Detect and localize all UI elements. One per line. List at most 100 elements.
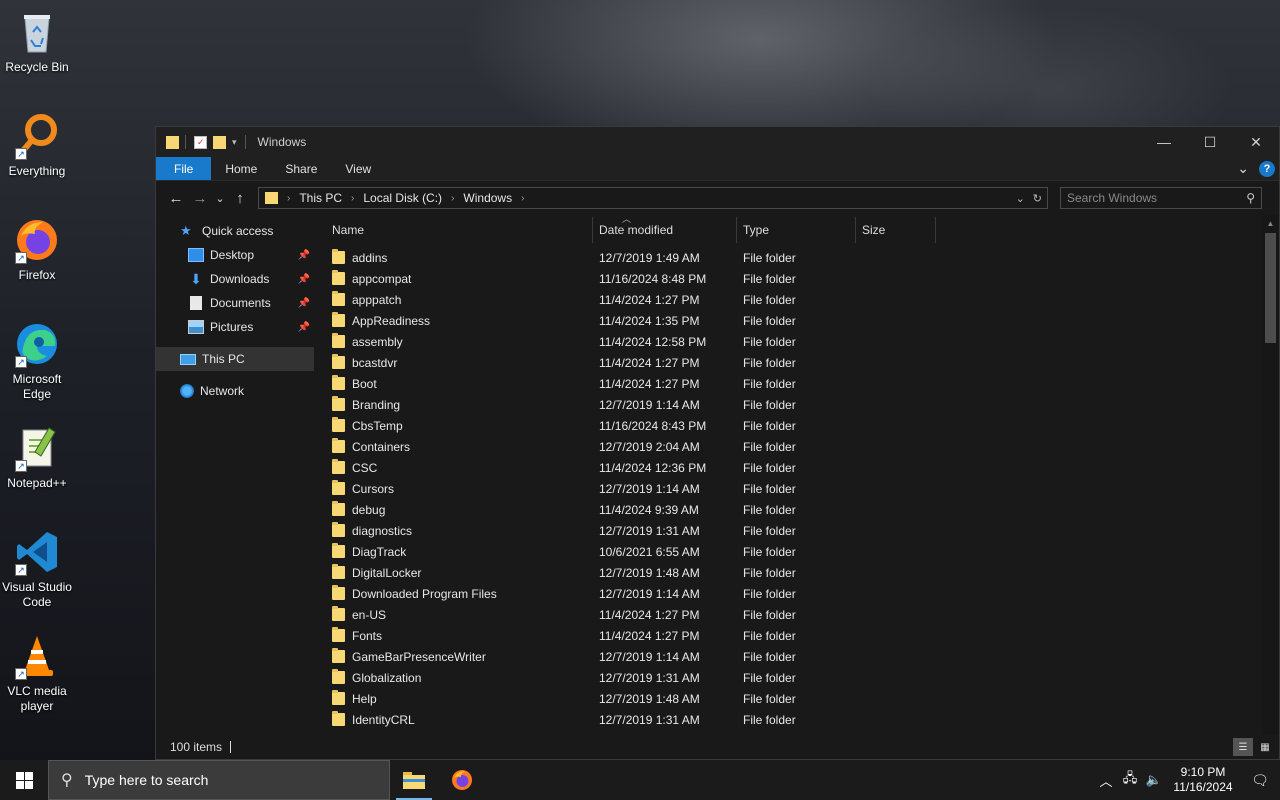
file-name-cell: Cursors <box>326 480 593 496</box>
file-row[interactable]: CSC 11/4/2024 12:36 PM File folder <box>326 457 1279 478</box>
nav-this-pc[interactable]: This PC <box>156 347 314 371</box>
window-title: Windows <box>257 135 307 149</box>
file-row[interactable]: apppatch 11/4/2024 1:27 PM File folder <box>326 289 1279 310</box>
file-type: File folder <box>743 439 796 454</box>
file-row[interactable]: Fonts 11/4/2024 1:27 PM File folder <box>326 625 1279 646</box>
file-row[interactable]: diagnostics 12/7/2019 1:31 AM File folder <box>326 520 1279 541</box>
desktop-icon <box>188 248 204 262</box>
tab-share[interactable]: Share <box>271 157 331 180</box>
file-row[interactable]: Cursors 12/7/2019 1:14 AM File folder <box>326 478 1279 499</box>
file-row[interactable]: CbsTemp 11/16/2024 8:43 PM File folder <box>326 415 1279 436</box>
file-name: appcompat <box>352 271 412 286</box>
address-bar[interactable]: › This PC › Local Disk (C:) › Windows › … <box>258 187 1048 209</box>
desktop-icon-vscode[interactable]: ↗ Visual Studio Code <box>0 528 74 610</box>
file-row[interactable]: DiagTrack 10/6/2021 6:55 AM File folder <box>326 541 1279 562</box>
search-box[interactable]: ⚲ <box>1060 187 1262 209</box>
nav-desktop[interactable]: Desktop 📌 <box>156 243 314 267</box>
desktop-icon-edge[interactable]: ↗ Microsoft Edge <box>0 320 74 402</box>
file-row[interactable]: GameBarPresenceWriter 12/7/2019 1:14 AM Fi… <box>326 646 1279 667</box>
download-icon: ⬇ <box>190 271 202 287</box>
file-row[interactable]: Boot 11/4/2024 1:27 PM File folder <box>326 373 1279 394</box>
chevron-right-icon[interactable]: › <box>451 193 454 204</box>
column-header-size[interactable]: Size <box>856 217 936 243</box>
folder-icon[interactable] <box>166 135 179 149</box>
file-row[interactable]: DigitalLocker 12/7/2019 1:48 AM File folde… <box>326 562 1279 583</box>
file-date-modified: 11/4/2024 1:27 PM <box>599 628 700 643</box>
help-icon[interactable]: ? <box>1259 160 1275 177</box>
file-type: File folder <box>743 523 796 538</box>
recent-locations-button[interactable]: ⌄ <box>212 186 228 210</box>
file-row[interactable]: Containers 12/7/2019 2:04 AM File folder <box>326 436 1279 457</box>
forward-button[interactable]: → <box>188 186 212 210</box>
file-row[interactable]: Help 12/7/2019 1:48 AM File folder <box>326 688 1279 709</box>
file-row[interactable]: Branding 12/7/2019 1:14 AM File folder <box>326 394 1279 415</box>
nav-network[interactable]: Network <box>156 379 314 403</box>
desktop-icon-vlc[interactable]: ↗ VLC media player <box>0 632 74 714</box>
file-row[interactable]: IdentityCRL 12/7/2019 1:31 AM File folder <box>326 709 1279 730</box>
details-view-icon[interactable]: ☰ <box>1233 738 1253 756</box>
desktop-icon-recycle-bin[interactable]: Recycle Bin <box>0 8 74 75</box>
file-type: File folder <box>743 460 796 475</box>
nav-pictures[interactable]: Pictures 📌 <box>156 315 314 339</box>
desktop-icon-label: Recycle Bin <box>5 60 69 74</box>
expand-ribbon-icon[interactable]: ⌄ <box>1237 160 1249 177</box>
vertical-scrollbar[interactable]: ▲ ▼ <box>1262 215 1279 755</box>
breadcrumb-this-pc[interactable]: This PC <box>299 191 342 205</box>
taskbar-search-box[interactable]: ⚲ Type here to search <box>48 760 390 800</box>
taskbar-file-explorer[interactable] <box>390 760 438 800</box>
file-row[interactable]: Downloaded Program Files 12/7/2019 1:14 A… <box>326 583 1279 604</box>
chevron-right-icon[interactable]: › <box>351 193 354 204</box>
column-header-type[interactable]: Type <box>737 217 856 243</box>
column-header-date-modified[interactable]: Date modified <box>593 217 737 243</box>
refresh-icon[interactable]: ↻ <box>1033 192 1042 205</box>
file-row[interactable]: AppReadiness 11/4/2024 1:35 PM File folder <box>326 310 1279 331</box>
file-name: Cursors <box>352 481 395 496</box>
breadcrumb-windows[interactable]: Windows <box>463 191 512 205</box>
start-button[interactable] <box>0 760 48 800</box>
chevron-right-icon[interactable]: › <box>521 193 524 204</box>
file-row[interactable]: addins 12/7/2019 1:49 AM File folder <box>326 247 1279 268</box>
up-button[interactable]: ↑ <box>228 186 252 210</box>
taskbar-firefox[interactable] <box>438 760 486 800</box>
nav-downloads[interactable]: ⬇ Downloads 📌 <box>156 267 314 291</box>
customize-quick-access-icon[interactable]: ▾ <box>232 137 237 148</box>
address-dropdown-icon[interactable]: ⌄ <box>1016 192 1025 205</box>
scrollbar-thumb[interactable] <box>1265 233 1276 343</box>
breadcrumb-local-disk[interactable]: Local Disk (C:) <box>363 191 442 205</box>
file-name: CSC <box>352 460 378 475</box>
nav-quick-access[interactable]: ★ Quick access <box>156 219 314 243</box>
file-row[interactable]: Globalization 12/7/2019 1:31 AM File folde… <box>326 667 1279 688</box>
tab-file[interactable]: File <box>156 157 212 180</box>
search-input[interactable] <box>1067 191 1247 205</box>
file-date-modified: 11/16/2024 8:43 PM <box>599 418 707 433</box>
tab-home[interactable]: Home <box>211 157 271 180</box>
properties-icon[interactable]: ✓ <box>194 135 207 149</box>
tab-view[interactable]: View <box>331 157 385 180</box>
nav-documents[interactable]: Documents 📌 <box>156 291 314 315</box>
new-folder-icon[interactable] <box>213 135 226 149</box>
file-row[interactable]: debug 11/4/2024 9:39 AM File folder <box>326 499 1279 520</box>
file-name-cell: DiagTrack <box>326 543 593 559</box>
desktop-icon-everything[interactable]: ↗ Everything <box>0 112 74 179</box>
volume-muted-icon[interactable]: 🔈 <box>1142 772 1166 788</box>
close-button[interactable]: ✕ <box>1233 127 1279 157</box>
maximize-button[interactable]: ☐ <box>1187 127 1233 157</box>
file-row[interactable]: appcompat 11/16/2024 8:48 PM File folder <box>326 268 1279 289</box>
clock[interactable]: 9:10 PM 11/16/2024 <box>1166 765 1240 795</box>
notification-center-icon[interactable]: 🗨 <box>1240 772 1280 789</box>
file-name-cell: Downloaded Program Files <box>326 585 593 601</box>
column-header-name[interactable]: Name <box>326 217 593 243</box>
show-hidden-icons-chevron-up-icon[interactable]: ︿ <box>1094 771 1118 790</box>
large-icons-view-icon[interactable]: ▦ <box>1255 738 1275 756</box>
desktop-icon-firefox[interactable]: ↗ Firefox <box>0 216 74 283</box>
back-button[interactable]: ← <box>164 186 188 210</box>
file-row[interactable]: assembly 11/4/2024 12:58 PM File folder <box>326 331 1279 352</box>
file-name-cell: appcompat <box>326 270 593 286</box>
file-row[interactable]: en-US 11/4/2024 1:27 PM File folder <box>326 604 1279 625</box>
scroll-up-icon[interactable]: ▲ <box>1262 215 1279 231</box>
network-status-icon[interactable]: 🖧 <box>1118 769 1142 791</box>
file-row[interactable]: bcastdvr 11/4/2024 1:27 PM File folder <box>326 352 1279 373</box>
minimize-button[interactable]: — <box>1141 127 1187 157</box>
desktop-icon-notepad-plus-plus[interactable]: ↗ Notepad++ <box>0 424 74 491</box>
file-type: File folder <box>743 250 796 265</box>
